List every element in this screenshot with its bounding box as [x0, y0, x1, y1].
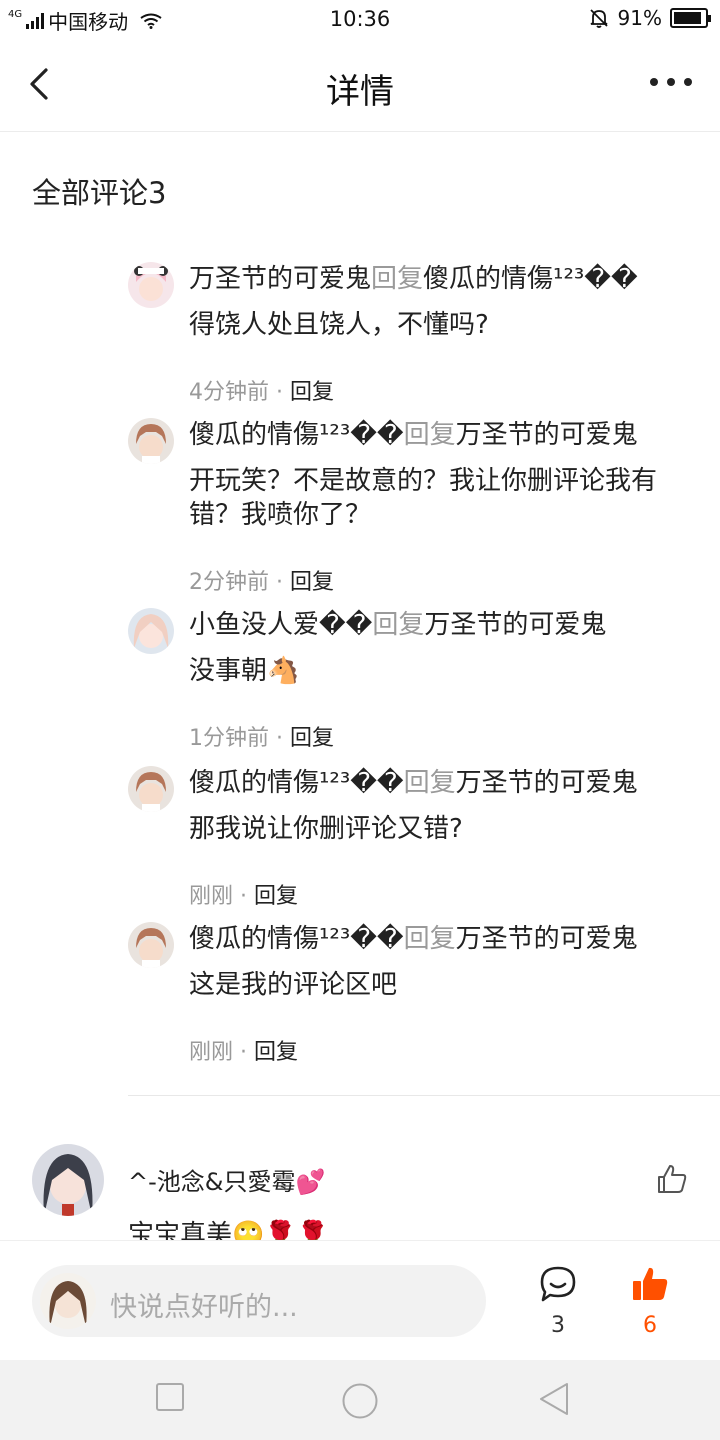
thumbs-up-icon[interactable] [655, 1162, 689, 1196]
reply-time: 刚刚 [189, 1040, 234, 1065]
avatar[interactable] [128, 922, 174, 968]
reply-user[interactable]: 傻瓜的情傷¹²³�� [189, 420, 404, 450]
like-button[interactable]: 6 [620, 1265, 680, 1338]
comment-input[interactable]: 快说点好听的... [32, 1265, 486, 1337]
comment-icon [540, 1266, 576, 1302]
back-nav-icon[interactable] [538, 1382, 570, 1416]
reply-user[interactable]: 万圣节的可爱鬼 [189, 264, 371, 294]
reply-target[interactable]: 万圣节的可爱鬼 [456, 924, 638, 954]
avatar [40, 1273, 96, 1329]
reply-body: 傻瓜的情傷¹²³��回复万圣节的可爱鬼 那我说让你删评论又错? [189, 766, 679, 846]
comment-input-bar: 快说点好听的... 3 6 [0, 1240, 720, 1360]
page-title: 详情 [326, 72, 394, 112]
status-right: 91% [588, 6, 711, 30]
comments-count-title: 全部评论3 [32, 176, 167, 210]
avatar[interactable] [128, 608, 174, 654]
more-icon[interactable] [650, 78, 692, 86]
reply-keyword: 回复 [403, 420, 456, 450]
status-bar: 4G 中国移动 10:36 91% [0, 0, 720, 38]
reply-button[interactable]: 回复 [290, 726, 334, 751]
top-nav: 详情 [0, 38, 720, 132]
reply-user[interactable]: 小鱼没人爱�� [189, 610, 372, 640]
reply-body: 傻瓜的情傷¹²³��回复万圣节的可爱鬼 开玩笑？不是故意的？我让你删评论我有错？… [189, 418, 679, 532]
comment-user[interactable]: ^-池念&只愛霉💕 [128, 1162, 325, 1197]
reply-text: 开玩笑？不是故意的？我让你删评论我有错？我喷你了？ [189, 466, 658, 530]
battery-icon [670, 8, 711, 28]
battery-level [674, 12, 702, 24]
comment-input-placeholder: 快说点好听的... [110, 1292, 298, 1323]
reply-target[interactable]: 万圣节的可爱鬼 [456, 420, 638, 450]
reply-button[interactable]: 回复 [254, 1040, 298, 1065]
avatar[interactable] [128, 766, 174, 812]
comments-button[interactable]: 3 [528, 1265, 588, 1338]
system-nav-bar [0, 1360, 720, 1440]
avatar[interactable] [32, 1144, 104, 1216]
reply-keyword: 回复 [372, 610, 425, 640]
divider [128, 1095, 720, 1096]
comment-count: 3 [551, 1313, 565, 1338]
reply-time: 4分钟前 [189, 380, 269, 405]
reply-meta: 刚刚 · 回复 [189, 884, 299, 909]
reply-meta: 1分钟前 · 回复 [189, 726, 334, 751]
reply-keyword: 回复 [371, 264, 424, 294]
reply-text: 没事朝🐴 [189, 656, 300, 686]
reply-user[interactable]: 傻瓜的情傷¹²³�� [189, 768, 404, 798]
battery-percent: 91% [617, 6, 662, 30]
reply-target[interactable]: 万圣节的可爱鬼 [456, 768, 638, 798]
reply-body: 小鱼没人爱��回复万圣节的可爱鬼 没事朝🐴 [189, 608, 679, 688]
reply-button[interactable]: 回复 [254, 884, 298, 909]
alarm-off-icon [589, 9, 608, 28]
reply-time: 刚刚 [189, 884, 234, 909]
reply-keyword: 回复 [403, 924, 456, 954]
home-icon[interactable] [341, 1382, 379, 1420]
reply-time: 1分钟前 [189, 726, 269, 751]
reply-text: 这是我的评论区吧 [189, 970, 398, 1000]
reply-button[interactable]: 回复 [290, 570, 334, 595]
recent-apps-icon[interactable] [155, 1382, 185, 1412]
reply-text: 那我说让你删评论又错? [189, 814, 463, 844]
reply-target[interactable]: 万圣节的可爱鬼 [424, 610, 606, 640]
reply-time: 2分钟前 [189, 570, 269, 595]
reply-meta: 4分钟前 · 回复 [189, 380, 334, 405]
thumbs-up-filled-icon [633, 1267, 668, 1300]
reply-text: 得饶人处且饶人，不懂吗? [189, 310, 489, 340]
reply-meta: 2分钟前 · 回复 [189, 570, 334, 595]
reply-meta: 刚刚 · 回复 [189, 1040, 299, 1065]
reply-body: 万圣节的可爱鬼回复傻瓜的情傷¹²³�� 得饶人处且饶人，不懂吗? [189, 262, 679, 342]
reply-button[interactable]: 回复 [290, 380, 334, 405]
like-count: 6 [643, 1313, 657, 1338]
reply-keyword: 回复 [403, 768, 456, 798]
avatar[interactable] [128, 418, 174, 464]
reply-target[interactable]: 傻瓜的情傷¹²³�� [423, 264, 638, 294]
avatar[interactable] [128, 262, 174, 308]
comment-text: 宝宝真美🙄🌹🌹 [128, 1220, 330, 1240]
reply-body: 傻瓜的情傷¹²³��回复万圣节的可爱鬼 这是我的评论区吧 [189, 922, 679, 1002]
reply-user[interactable]: 傻瓜的情傷¹²³�� [189, 924, 404, 954]
